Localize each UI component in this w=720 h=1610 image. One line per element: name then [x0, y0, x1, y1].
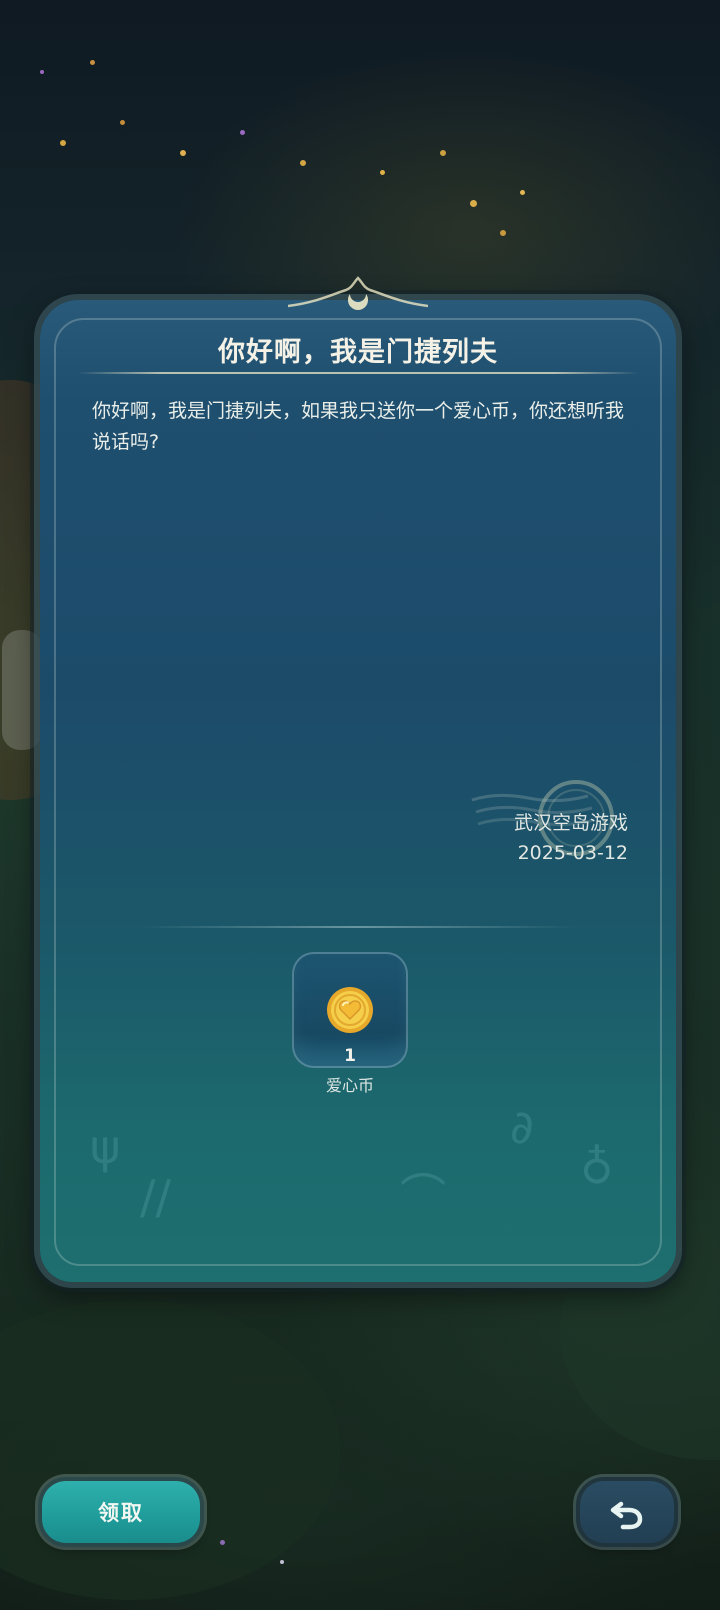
sparkle: [180, 150, 186, 156]
decorative-rune: ∂: [510, 1100, 534, 1154]
sparkle: [220, 1540, 225, 1545]
sparkle: [120, 120, 125, 125]
game-scene-background: 你好啊，我是门捷列夫 你好啊，我是门捷列夫，如果我只送你一个爱心币，你还想听我说…: [0, 0, 720, 1610]
letter-body: 你好啊，我是门捷列夫，如果我只送你一个爱心币，你还想听我说话吗?: [92, 400, 625, 453]
decorative-rune: ⌒: [400, 1169, 446, 1223]
decorative-rune: //: [140, 1170, 171, 1224]
sparkle: [280, 1560, 284, 1564]
claim-button[interactable]: 领取: [42, 1481, 200, 1543]
letter-title: 你好啊，我是门捷列夫: [218, 337, 498, 368]
signature-sender: 武汉空岛游戏: [513, 812, 628, 834]
letter-signature: 武汉空岛游戏 2025-03-12: [514, 808, 628, 868]
character-figure: [2, 630, 42, 750]
sparkle: [40, 70, 44, 74]
letter-panel: 你好啊，我是门捷列夫 你好啊，我是门捷列夫，如果我只送你一个爱心币，你还想听我说…: [40, 276, 676, 1282]
return-arrow-icon: [610, 1501, 643, 1530]
sparkle: [380, 170, 385, 175]
sparkle: [470, 200, 477, 207]
sparkle: [520, 190, 525, 195]
back-button[interactable]: [580, 1481, 674, 1543]
heart-coin-icon: [327, 987, 373, 1033]
sparkle: [500, 230, 506, 236]
title-divider: [78, 372, 638, 374]
reward-name: 爱心币: [325, 1076, 374, 1095]
reward-item-slot[interactable]: 1: [292, 952, 408, 1068]
sparkle: [300, 160, 306, 166]
decorative-rune: ♁: [580, 1140, 614, 1194]
signature-date: 2025-03-12: [517, 842, 628, 864]
reward-divider: [140, 926, 576, 928]
sparkle: [240, 130, 245, 135]
background-hill: [0, 1300, 340, 1600]
sparkle: [440, 150, 446, 156]
sparkle: [90, 60, 95, 65]
sparkle: [60, 140, 66, 146]
reward-count: 1: [344, 1046, 356, 1066]
decorative-rune: ψ: [90, 1120, 121, 1174]
